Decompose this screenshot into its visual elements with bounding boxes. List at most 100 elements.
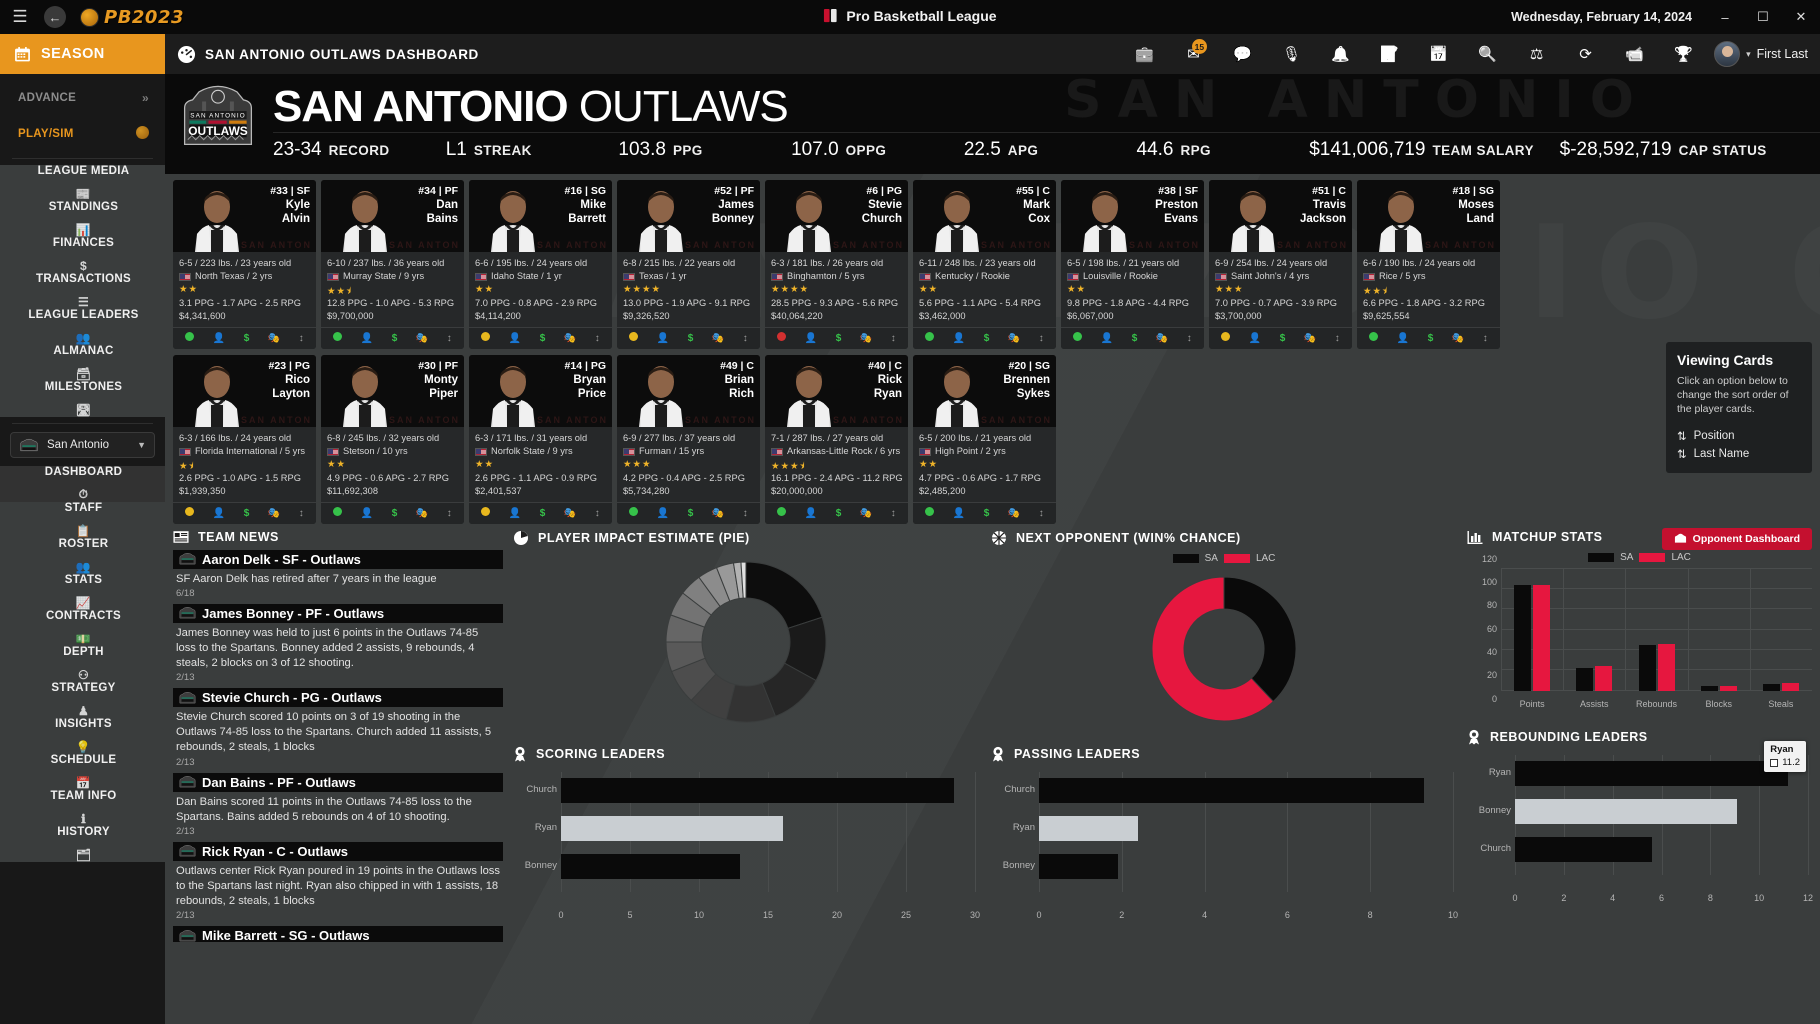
news-item[interactable]: Rick Ryan - C - Outlaws Outlaws center R… [173,841,503,924]
hamburger-menu-icon[interactable]: ☰ [0,7,40,27]
mask-icon[interactable]: 🎭 [1008,508,1020,519]
user-menu[interactable]: ▾ First Last [1708,41,1808,67]
player-card[interactable]: SAN ANTON #16 | SG Mike Barrett 6-6 / 19… [469,180,612,349]
opponent-dashboard-button[interactable]: Opponent Dashboard [1661,527,1812,550]
sidebar-item-standings[interactable]: STANDINGS 📊 [0,201,165,237]
player-card[interactable]: SAN ANTON #20 | SG Brennen Sykes 6-5 / 2… [913,354,1056,524]
money-icon[interactable]: $ [244,333,250,344]
maximize-button[interactable]: ☐ [1744,9,1782,25]
mood-icon[interactable] [925,332,935,344]
sidebar-item-milestones[interactable]: MILESTONES 🛣 [0,381,165,417]
mask-icon[interactable]: 🎭 [268,508,280,519]
person-icon[interactable]: 👤 [1397,333,1409,344]
bar[interactable] [1638,645,1656,691]
bar[interactable] [1719,685,1737,691]
money-icon[interactable]: $ [392,333,398,344]
arrows-icon[interactable]: ↕ [299,508,304,519]
money-icon[interactable]: $ [540,333,546,344]
news-item[interactable]: Stevie Church - PG - Outlaws Stevie Chur… [173,688,503,770]
bar[interactable] [1039,853,1118,879]
money-icon[interactable]: $ [1428,333,1434,344]
person-icon[interactable]: 👤 [1101,333,1113,344]
pie-chart[interactable] [513,552,979,732]
money-icon[interactable]: $ [392,508,398,519]
person-icon[interactable]: 👤 [509,508,521,519]
sidebar-item-team-info[interactable]: TEAM INFO ℹ [0,790,165,826]
news-item[interactable]: James Bonney - PF - Outlaws James Bonney… [173,603,503,686]
mail-icon[interactable]: ✉ 15 [1169,34,1218,74]
sidebar-item-stats[interactable]: STATS 📈 [0,574,165,610]
bar[interactable] [1595,665,1613,691]
mask-icon[interactable]: 🎭 [564,333,576,344]
pie-slice[interactable] [1223,576,1297,702]
edit-icon[interactable]: 📝 [1365,34,1414,74]
sidebar-item-staff[interactable]: STAFF 📋 [0,502,165,538]
mood-icon[interactable] [777,507,787,519]
arrows-icon[interactable]: ↕ [299,333,304,344]
mask-icon[interactable]: 🎭 [712,508,724,519]
arrows-icon[interactable]: ↕ [595,508,600,519]
bar[interactable] [1039,815,1139,841]
mood-icon[interactable] [481,332,491,344]
mood-icon[interactable] [1073,332,1083,344]
mask-icon[interactable]: 🎭 [268,333,280,344]
money-icon[interactable]: $ [836,333,842,344]
person-icon[interactable]: 👤 [509,333,521,344]
player-card[interactable]: SAN ANTON #34 | PF Dan Bains 6-10 / 237 … [321,180,464,349]
mask-icon[interactable]: 🎭 [1452,333,1464,344]
bar[interactable] [1515,760,1789,786]
sort-by-last-name-option[interactable]: ⇅ Last Name [1677,445,1801,463]
mood-icon[interactable] [333,332,343,344]
bar[interactable] [1039,777,1425,803]
sidebar-item-strategy[interactable]: STRATEGY ♟ [0,682,165,718]
bar[interactable] [1515,836,1652,862]
bell-icon[interactable]: 🔔 [1316,34,1365,74]
mask-icon[interactable]: 🎭 [860,508,872,519]
team-news-list[interactable]: Aaron Delk - SF - Outlaws SF Aaron Delk … [173,549,503,942]
money-icon[interactable]: $ [836,508,842,519]
news-item[interactable]: Mike Barrett - SG - Outlaws [173,926,503,942]
sidebar-item-roster[interactable]: ROSTER 👥 [0,538,165,574]
sidebar-item-play-sim[interactable]: PLAY/SIM [0,116,165,152]
scoring-leaders-chart[interactable]: Church Ryan Bonney 0 5 10 15 20 25 30 [513,768,980,920]
person-icon[interactable]: 👤 [213,508,225,519]
money-icon[interactable]: $ [244,508,250,519]
mask-icon[interactable]: 🎭 [1304,333,1316,344]
money-icon[interactable]: $ [1132,333,1138,344]
news-item[interactable]: Dan Bains - PF - Outlaws Dan Bains score… [173,772,503,840]
rebounding-leaders-chart[interactable]: Ryan Bonney Church 0 2 4 6 8 10 12 Ryan 11.2 [1467,740,1813,903]
mask-icon[interactable]: 🎭 [564,508,576,519]
arrows-icon[interactable]: ↕ [1187,333,1192,344]
mask-icon[interactable]: 🎭 [416,333,428,344]
chat-icon[interactable]: 💬 [1218,34,1267,74]
bar[interactable] [561,777,955,803]
arrows-icon[interactable]: ↕ [595,333,600,344]
mood-icon[interactable] [629,332,639,344]
bar[interactable] [1514,585,1532,691]
money-icon[interactable]: $ [688,333,694,344]
player-card[interactable]: SAN ANTON #38 | SF Preston Evans 6-5 / 1… [1061,180,1204,349]
player-card[interactable]: SAN ANTON #23 | PG Rico Layton 6-3 / 166… [173,354,316,524]
arrows-icon[interactable]: ↕ [1039,333,1044,344]
calendar-icon[interactable]: 📅 [1414,34,1463,74]
close-button[interactable]: ✕ [1782,9,1820,25]
money-icon[interactable]: $ [1280,333,1286,344]
sidebar-item-contracts[interactable]: CONTRACTS 💵 [0,610,165,646]
arrows-icon[interactable]: ↕ [743,508,748,519]
player-card[interactable]: SAN ANTON #55 | C Mark Cox 6-11 / 248 lb… [913,180,1056,349]
sidebar-item-transactions[interactable]: TRANSACTIONS ☰ [0,273,165,309]
mood-icon[interactable] [777,332,787,344]
person-icon[interactable]: 👤 [805,333,817,344]
money-icon[interactable]: $ [540,508,546,519]
mood-icon[interactable] [925,507,935,519]
player-card[interactable]: SAN ANTON #18 | SG Moses Land 6-6 / 190 … [1357,180,1500,349]
mask-icon[interactable]: 🎭 [1008,333,1020,344]
person-icon[interactable]: 👤 [953,508,965,519]
mask-icon[interactable]: 🎭 [1156,333,1168,344]
arrows-icon[interactable]: ↕ [447,508,452,519]
player-card[interactable]: SAN ANTON #30 | PF Monty Piper 6-8 / 245… [321,354,464,524]
money-icon[interactable]: $ [984,508,990,519]
video-icon[interactable]: 📹 [1610,34,1659,74]
mood-icon[interactable] [185,332,195,344]
microphone-icon[interactable]: 🎙 [1267,34,1316,74]
